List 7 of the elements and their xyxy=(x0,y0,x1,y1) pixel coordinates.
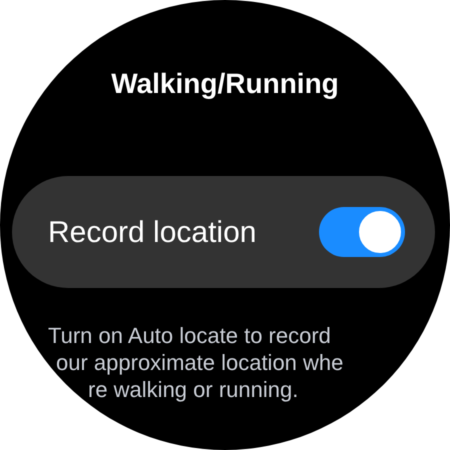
setting-label: Record location xyxy=(48,214,256,250)
screen-title: Walking/Running xyxy=(111,67,339,101)
setting-card[interactable]: Record location xyxy=(12,176,435,288)
description-line: our approximate location whe xyxy=(56,350,344,375)
toggle-switch[interactable] xyxy=(319,207,405,257)
description-line: re walking or running. xyxy=(88,377,298,402)
description-line: Turn on Auto locate to record xyxy=(48,323,331,348)
